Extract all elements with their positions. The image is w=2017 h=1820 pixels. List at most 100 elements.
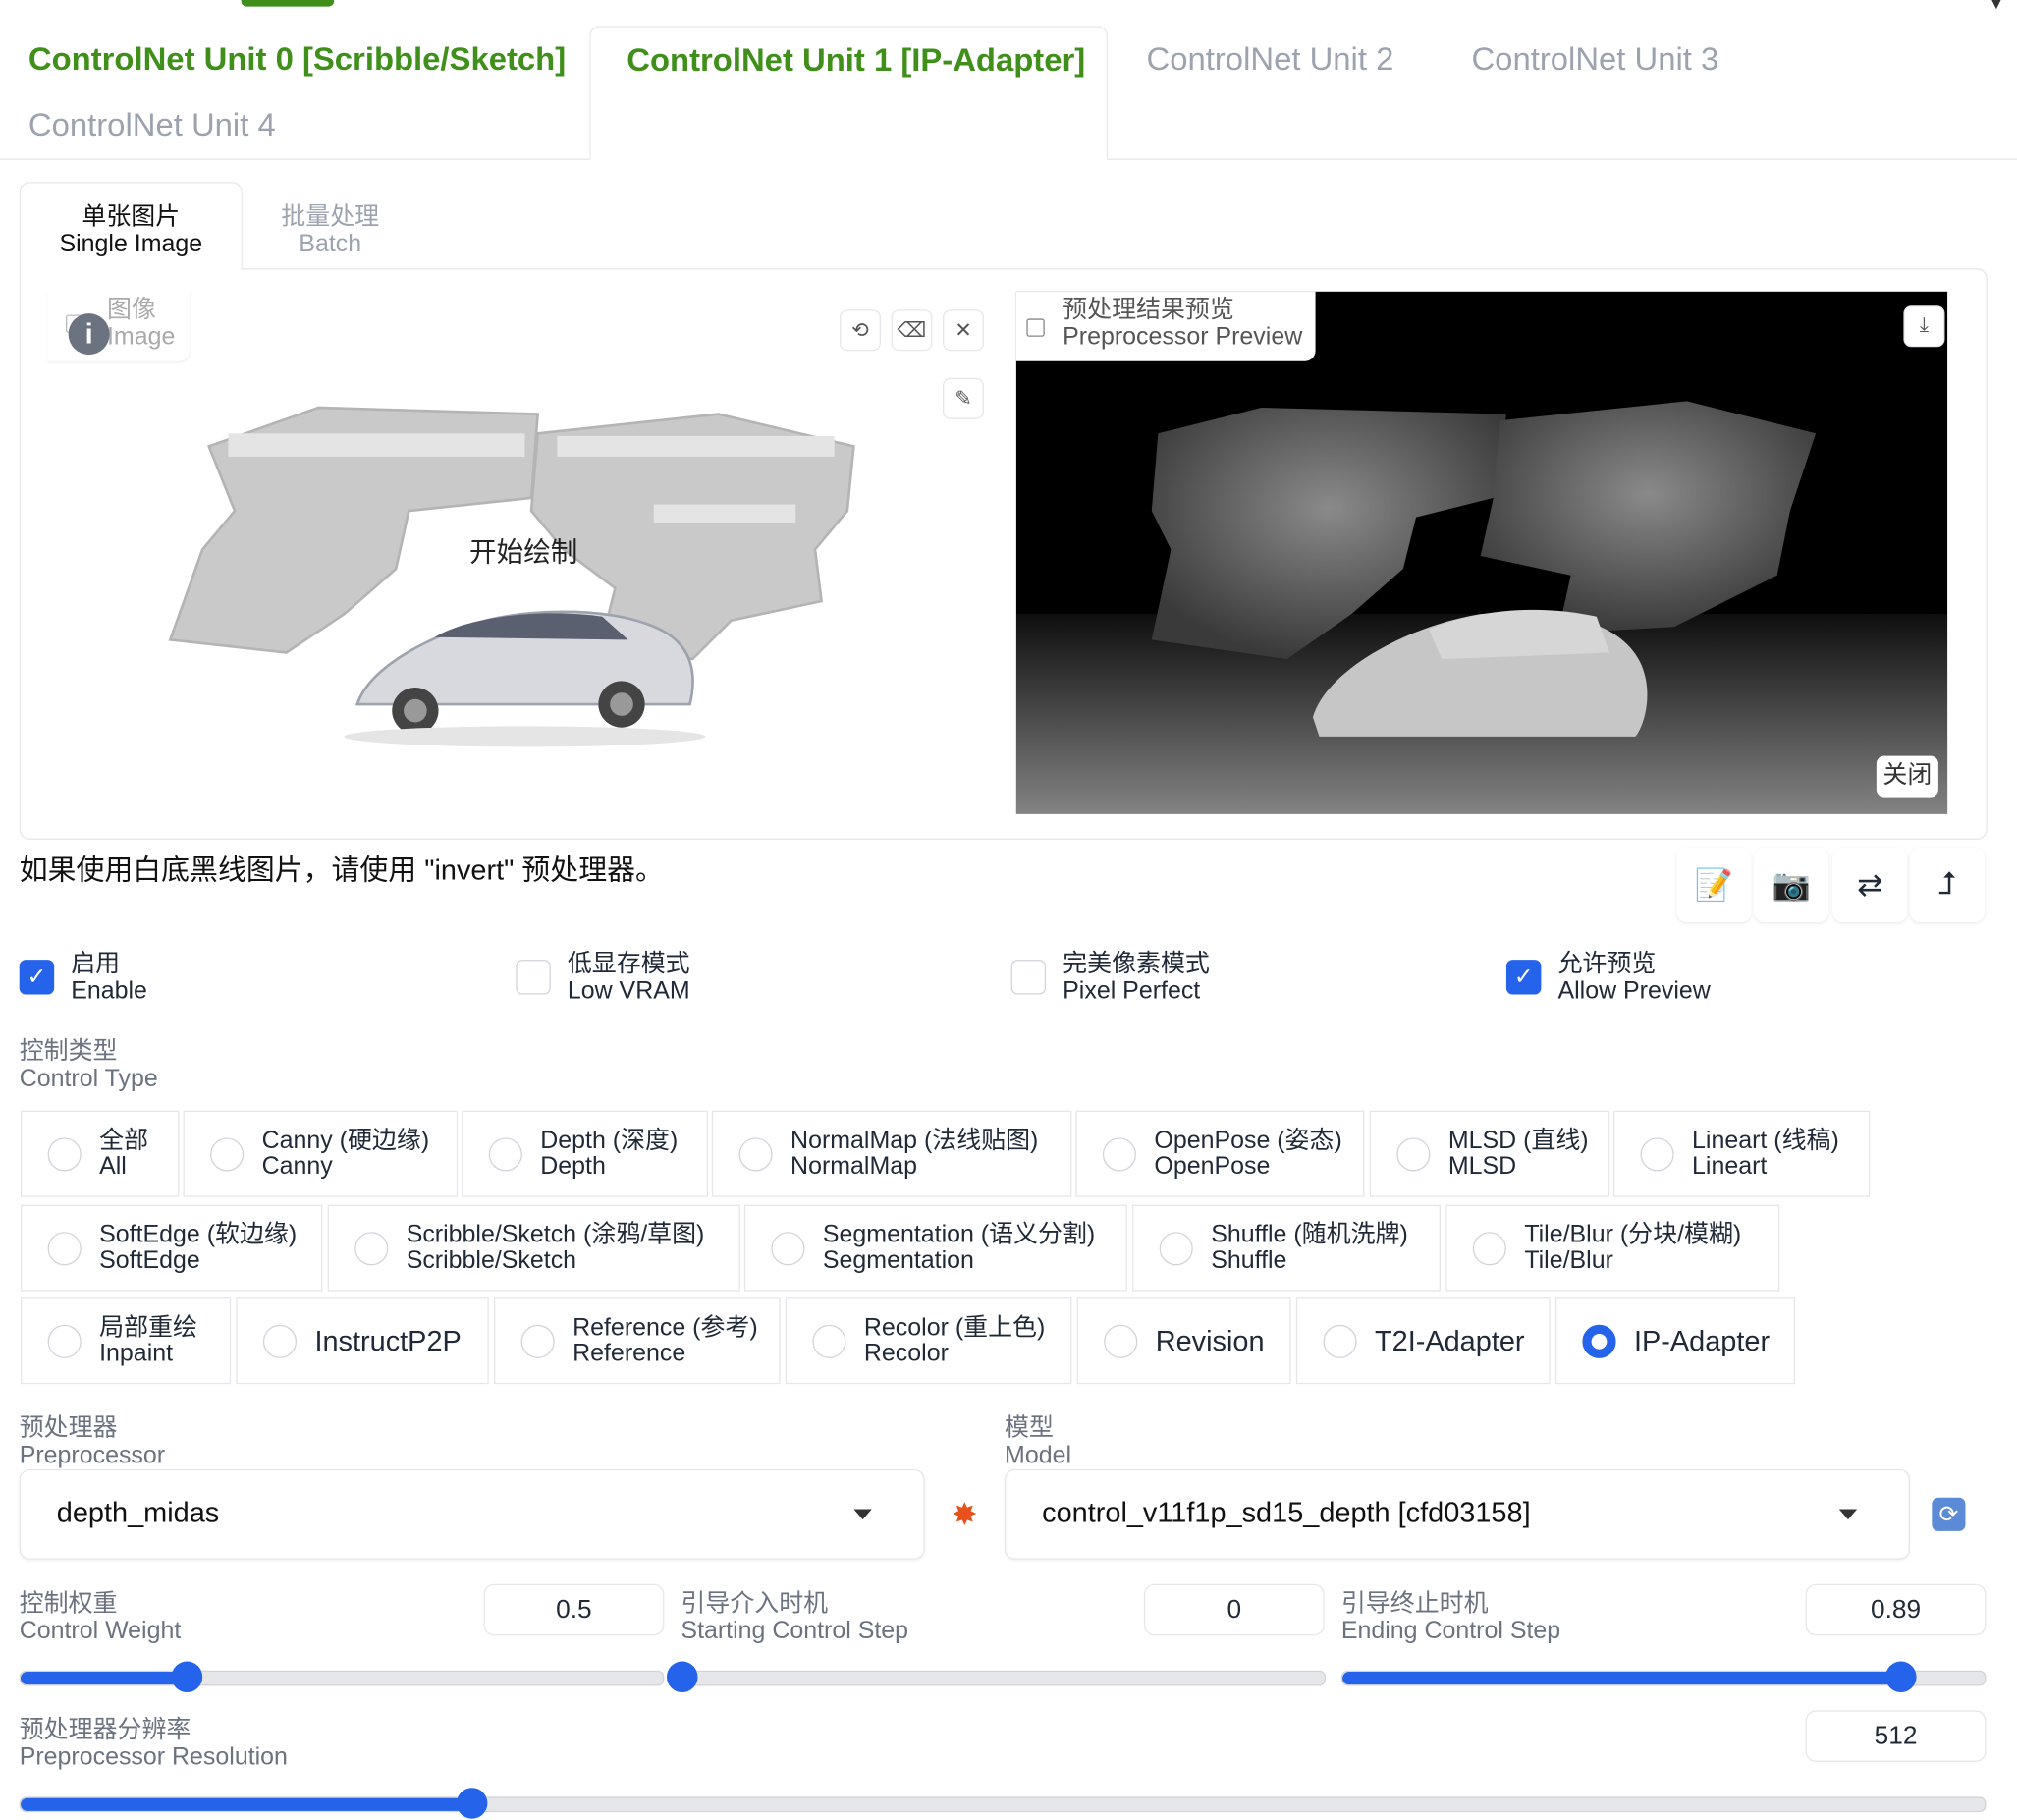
radio-revision[interactable]: Revision (1076, 1297, 1291, 1385)
radio-lineart[interactable]: Lineart (线稿) Lineart (1612, 1110, 1871, 1197)
dropdown-caret-icon (853, 1509, 872, 1520)
tab-unit-1[interactable]: ControlNet Unit 1 [IP-Adapter] (589, 26, 1109, 160)
radio-scribble-zh: Scribble/Sketch (涂鸦/草图) (406, 1221, 705, 1248)
start-step-slider[interactable] (666, 1661, 1327, 1693)
radio-shuffle-zh: Shuffle (随机洗牌) (1211, 1221, 1408, 1248)
tab-batch-en: Batch (299, 231, 362, 258)
checkbox-enable-en: Enable (71, 977, 147, 1006)
slider-thumb[interactable] (172, 1661, 203, 1693)
radio-reference-zh: Reference (参考) (572, 1313, 758, 1342)
slider-thumb[interactable] (1885, 1661, 1917, 1693)
camera-icon[interactable]: 📷 (1754, 847, 1829, 923)
check-icon: ✓ (19, 960, 55, 995)
preview-close-button[interactable]: 关闭 (1876, 755, 1938, 798)
radio-ip-adapter[interactable]: IP-Adapter (1554, 1297, 1796, 1385)
start-step-label-en: Starting Control Step (681, 1617, 909, 1645)
radio-inpaint-en: Inpaint (99, 1339, 174, 1367)
radio-instructp2p[interactable]: InstructP2P (236, 1297, 489, 1385)
radio-mlsd-zh: MLSD (直线) (1447, 1127, 1589, 1154)
radio-shuffle-en: Shuffle (1211, 1246, 1287, 1274)
radio-recolor-en: Recolor (863, 1339, 949, 1367)
radio-shuffle[interactable]: Shuffle (随机洗牌) Shuffle (1132, 1204, 1441, 1292)
slider-fill (21, 1797, 473, 1811)
checkbox-pixel-perfect-zh: 完美像素模式 (1063, 950, 1210, 978)
weight-slider[interactable] (19, 1661, 665, 1693)
weight-input[interactable]: 0.5 (483, 1583, 665, 1636)
controlnet-panel: ▼ ControlNet Unit 0 [Scribble/Sketch] Co… (0, 0, 2017, 1820)
preview-image (1015, 291, 1948, 814)
checkbox-low-vram-zh: 低显存模式 (567, 950, 690, 978)
slider-fill (21, 1672, 189, 1685)
preview-label: 预处理结果预览 Preprocessor Preview (1015, 291, 1316, 361)
radio-openpose-en: OpenPose (1154, 1152, 1271, 1181)
preview-label-en: Preprocessor Preview (1063, 323, 1303, 352)
radio-segmentation[interactable]: Segmentation (语义分割) Segmentation (743, 1204, 1127, 1292)
radio-openpose[interactable]: OpenPose (姿态) OpenPose (1075, 1110, 1365, 1197)
tab-unit-4[interactable]: ControlNet Unit 4 (28, 107, 276, 144)
radio-lineart-zh: Lineart (线稿) (1692, 1127, 1839, 1154)
radio-recolor[interactable]: Recolor (重上色) Recolor (785, 1297, 1072, 1385)
start-step-input[interactable]: 0 (1143, 1583, 1325, 1636)
radio-t2i-adapter[interactable]: T2I-Adapter (1295, 1297, 1551, 1385)
image-canvas[interactable]: 开始绘制 安亭 (47, 291, 1003, 813)
resolution-input[interactable]: 512 (1805, 1710, 1987, 1762)
tab-batch[interactable]: 批量处理 Batch (281, 204, 379, 258)
tabs-divider (0, 158, 590, 160)
brush-icon[interactable]: ✎ (943, 377, 985, 419)
resolution-label-zh: 预处理器分辨率 (19, 1717, 191, 1744)
model-select[interactable]: control_v11f1p_sd15_depth [cfd03158] (1005, 1468, 1910, 1560)
radio-segmentation-en: Segmentation (822, 1246, 974, 1274)
checkbox-allow-preview-zh: 允许预览 (1557, 950, 1657, 978)
radio-recolor-zh: Recolor (重上色) (863, 1313, 1046, 1342)
explosion-icon[interactable]: ✸ (929, 1473, 1002, 1556)
end-step-label-zh: 引导终止时机 (1340, 1590, 1489, 1618)
radio-reference-en: Reference (572, 1339, 686, 1367)
info-icon[interactable]: i (68, 313, 110, 356)
radio-tile-blur-zh: Tile/Blur (分块/模糊) (1524, 1221, 1742, 1248)
radio-canny-zh: Canny (硬边缘) (261, 1127, 430, 1154)
model-label-en: Model (1005, 1442, 1072, 1469)
canvas-start-drawing-text: 开始绘制 (469, 537, 578, 568)
tab-unit-3[interactable]: ControlNet Unit 3 (1471, 41, 1718, 79)
end-step-input[interactable]: 0.89 (1805, 1583, 1987, 1636)
slider-thumb[interactable] (666, 1661, 698, 1693)
eraser-icon[interactable]: ⌫ (891, 309, 933, 352)
radio-normalmap-zh: NormalMap (法线贴图) (790, 1127, 1039, 1154)
resolution-slider[interactable] (19, 1788, 1987, 1819)
tab-single-image[interactable]: 单张图片 Single Image (19, 182, 243, 270)
radio-normalmap[interactable]: NormalMap (法线贴图) NormalMap (711, 1110, 1072, 1197)
control-type-label-en: Control Type (19, 1065, 158, 1093)
checkbox-pixel-perfect-en: Pixel Perfect (1063, 977, 1201, 1006)
close-icon[interactable]: ✕ (943, 309, 985, 352)
radio-mlsd[interactable]: MLSD (直线) MLSD (1369, 1110, 1609, 1197)
image-label-en: Image (107, 323, 176, 352)
collapse-chevron-icon[interactable]: ▼ (1986, 0, 2006, 16)
dropdown-caret-icon (1838, 1509, 1858, 1520)
radio-softedge[interactable]: SoftEdge (软边缘) SoftEdge (21, 1204, 323, 1292)
radio-scribble[interactable]: Scribble/Sketch (涂鸦/草图) Scribble/Sketch (327, 1204, 740, 1292)
reload-icon[interactable]: ⟳ (1914, 1475, 1984, 1553)
tab-unit-0[interactable]: ControlNet Unit 0 [Scribble/Sketch] (28, 41, 566, 79)
memo-icon[interactable]: 📝 (1676, 847, 1752, 923)
preview-label-zh: 预处理结果预览 (1063, 297, 1234, 324)
end-step-slider[interactable] (1340, 1661, 1987, 1693)
tab-unit-2[interactable]: ControlNet Unit 2 (1147, 41, 1394, 79)
download-icon[interactable]: ⤓ (1903, 305, 1945, 348)
swap-icon[interactable]: ⇄ (1832, 847, 1908, 923)
radio-canny[interactable]: Canny (硬边缘) Canny (183, 1110, 459, 1197)
refresh-icon[interactable]: ⟲ (839, 309, 881, 352)
preprocessor-label-en: Preprocessor (19, 1442, 166, 1469)
tab-batch-zh: 批量处理 (281, 203, 380, 232)
radio-tile-blur[interactable]: Tile/Blur (分块/模糊) Tile/Blur (1445, 1204, 1780, 1292)
control-type-label-zh: 控制类型 (19, 1038, 118, 1066)
radio-ip-adapter-label: IP-Adapter (1633, 1324, 1771, 1356)
preprocessor-select[interactable]: depth_midas (19, 1468, 925, 1560)
radio-inpaint[interactable]: 局部重绘 Inpaint (21, 1297, 232, 1385)
radio-depth[interactable]: Depth (深度) Depth (462, 1110, 709, 1197)
radio-all[interactable]: 全部 All (21, 1110, 180, 1197)
slider-thumb[interactable] (457, 1788, 488, 1819)
active-indicator (241, 0, 335, 7)
radio-depth-zh: Depth (深度) (540, 1127, 679, 1154)
radio-reference[interactable]: Reference (参考) Reference (493, 1297, 781, 1385)
arrow-up-icon[interactable]: ⮥ (1909, 847, 1986, 923)
